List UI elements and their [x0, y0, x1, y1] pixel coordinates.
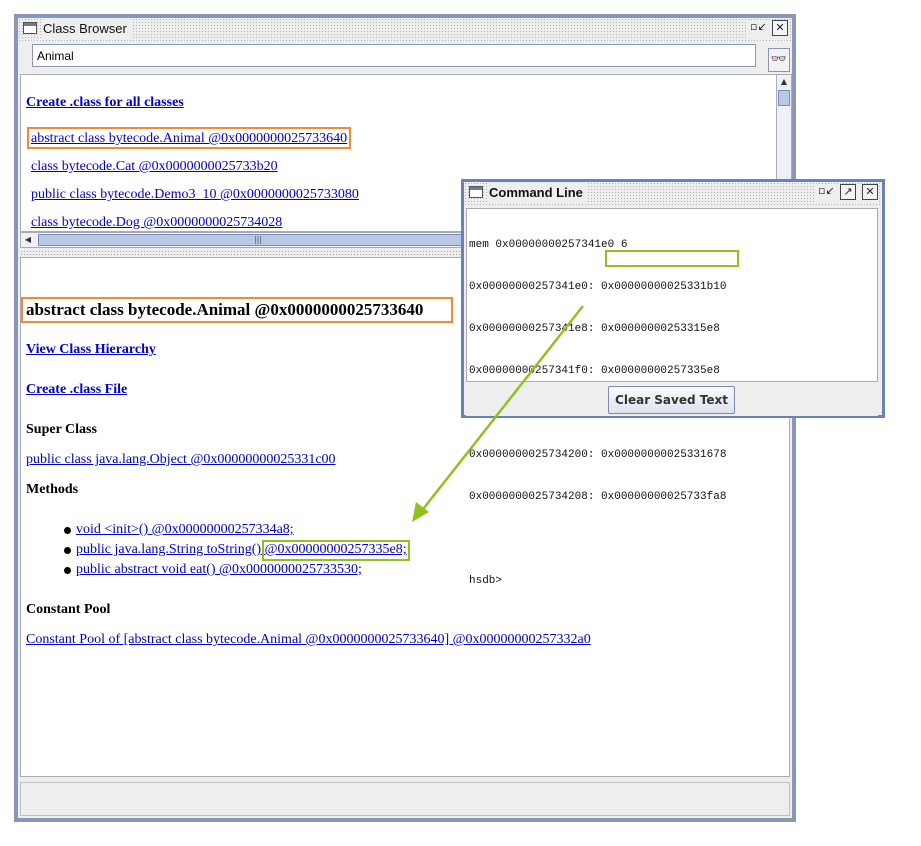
class-list-item[interactable]: public class bytecode.Demo3_10 @0x000000…	[31, 187, 359, 203]
memory-value-highlight	[605, 250, 739, 267]
class-detail-title: abstract class bytecode.Animal @0x000000…	[26, 300, 424, 319]
scroll-thumb[interactable]	[778, 90, 790, 106]
constant-pool-heading: Constant Pool	[26, 602, 111, 617]
output-line: mem 0x00000000257341e0 6	[469, 239, 628, 251]
scroll-thumb[interactable]: |||	[38, 234, 478, 246]
create-all-classes-link[interactable]: Create .class for all classes	[26, 95, 184, 111]
super-class-link[interactable]: public class java.lang.Object @0x0000000…	[26, 452, 336, 468]
method-bullet	[64, 527, 71, 534]
class-list-item[interactable]: class bytecode.Cat @0x0000000025733b20	[31, 159, 278, 175]
output-line: 0x0000000025734200: 0x00000000025331678	[469, 449, 727, 461]
method-bullet	[64, 567, 71, 574]
minimize-icon[interactable]: ▫↙	[750, 20, 767, 36]
output-line: 0x00000000257341e8: 0x00000000253315e8	[469, 323, 720, 335]
window-title: Class Browser	[41, 19, 132, 39]
binoculars-icon: 👓	[770, 52, 788, 67]
method-link-init[interactable]: void <init>() @0x00000000257334a8;	[76, 522, 294, 538]
close-icon[interactable]: ✕	[772, 20, 788, 36]
search-row	[32, 44, 762, 69]
method-address: @0x00000000257335e8;	[264, 542, 407, 557]
method-signature: public java.lang.String toString()	[76, 542, 265, 557]
output-line: 0x00000000257341e0: 0x00000000025331b10	[469, 281, 727, 293]
find-button[interactable]: 👓	[768, 48, 790, 72]
scroll-up-icon[interactable]: ▲	[777, 75, 791, 89]
super-class-heading: Super Class	[26, 422, 97, 437]
class-list-item[interactable]: class bytecode.Dog @0x0000000025734028	[31, 215, 282, 231]
command-line-body: Command Line ▫↙ ↗ ✕ mem 0x00000000257341…	[464, 182, 882, 587]
close-icon[interactable]: ✕	[862, 184, 878, 200]
window-controls: ▫↙ ✕	[746, 20, 788, 38]
command-line-titlebar[interactable]: Command Line ▫↙ ↗ ✕	[464, 182, 882, 205]
class-list-item[interactable]: abstract class bytecode.Animal @0x000000…	[31, 131, 347, 147]
view-class-hierarchy-link[interactable]: View Class Hierarchy	[26, 342, 156, 358]
class-browser-titlebar[interactable]: Class Browser ▫↙ ✕	[18, 18, 792, 41]
window-controls: ▫↙ ↗ ✕	[814, 184, 878, 202]
create-class-file-link[interactable]: Create .class File	[26, 382, 127, 398]
command-output[interactable]: mem 0x00000000257341e0 6 0x0000000025734…	[466, 208, 878, 587]
window-icon	[469, 186, 483, 198]
class-search-input[interactable]	[32, 44, 756, 67]
window-title: Command Line	[487, 183, 588, 203]
scroll-left-icon[interactable]: ◀	[21, 233, 35, 247]
maximize-icon[interactable]: ↗	[840, 184, 856, 200]
output-line: hsdb>	[469, 575, 503, 587]
constant-pool-link[interactable]: Constant Pool of [abstract class bytecod…	[26, 632, 591, 648]
method-link-tostring[interactable]: public java.lang.String toString() @0x00…	[76, 542, 407, 558]
command-line-window: Command Line ▫↙ ↗ ✕ mem 0x00000000257341…	[461, 179, 885, 587]
status-bar	[20, 782, 790, 816]
window-icon	[23, 22, 37, 34]
output-line: 0x0000000025734208: 0x00000000025733fa8	[469, 491, 727, 503]
output-line: 0x00000000257341f0: 0x00000000257335e8	[469, 365, 720, 377]
minimize-icon[interactable]: ▫↙	[818, 184, 835, 200]
method-bullet	[64, 547, 71, 554]
method-link-eat[interactable]: public abstract void eat() @0x0000000025…	[76, 562, 362, 578]
methods-heading: Methods	[26, 482, 79, 497]
clear-saved-text-button[interactable]: Clear Saved Text	[608, 386, 735, 414]
